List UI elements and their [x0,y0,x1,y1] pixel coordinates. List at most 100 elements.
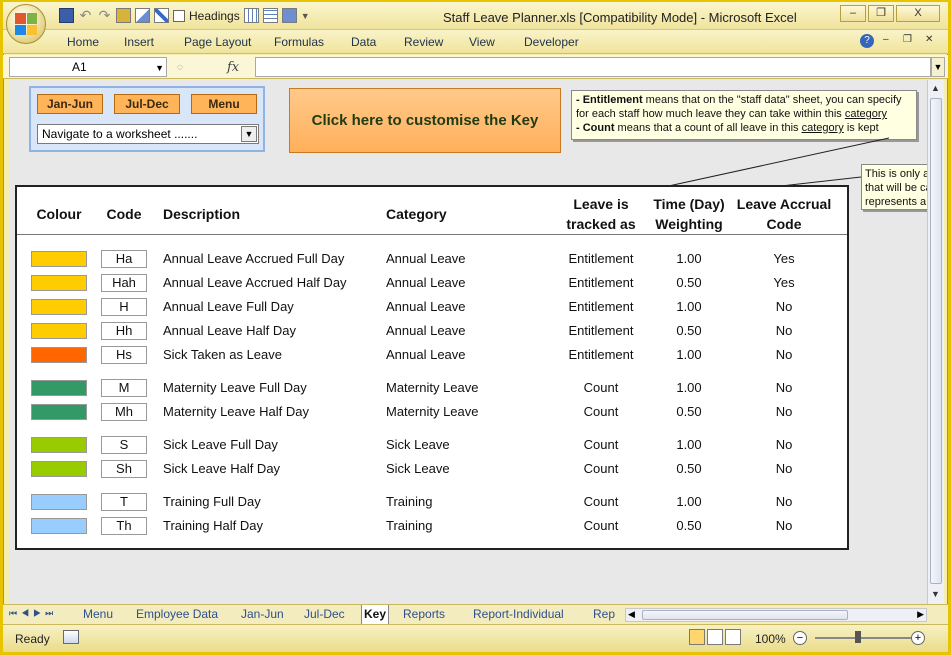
page-layout-icon[interactable] [243,8,259,23]
normal-view-button[interactable] [689,629,705,645]
zoom-slider-thumb[interactable] [855,631,861,643]
table-row: T Training Full Day Training Count 1.00 No [17,493,847,513]
ribbon-close-icon[interactable]: ✕ [925,34,933,45]
weighting-cell: 1.00 [676,347,702,362]
zoom-level[interactable]: 100% [755,632,786,646]
window-title: Staff Leave Planner.xls [Compatibility M… [443,10,797,25]
qat-customize-icon[interactable]: ▼ [301,11,310,21]
scroll-left-icon[interactable]: ◀ [628,609,635,620]
tab-formulas[interactable]: Formulas [274,35,324,49]
table-row: M Maternity Leave Full Day Maternity Leave… [17,379,847,399]
description-cell: Training Half Day [163,518,263,533]
sheet-tab[interactable]: Report-Individual [471,605,566,624]
accrual-cell: No [775,347,793,362]
help-icon[interactable]: ? [860,34,874,48]
scroll-right-icon[interactable]: ▶ [917,609,924,620]
header-accrual-line1: Leave Accrual [736,196,832,212]
code-cell: Sh [101,460,147,478]
name-box-dropdown-icon[interactable]: ▼ [155,59,164,77]
code-cell: M [101,379,147,397]
tab-insert[interactable]: Insert [124,35,154,49]
name-box[interactable]: A1 ▼ [9,57,167,77]
chart-icon[interactable] [135,8,150,23]
tab-developer[interactable]: Developer [524,35,579,49]
tab-view[interactable]: View [469,35,495,49]
accrual-cell: No [775,404,793,419]
description-cell: Sick Leave Half Day [163,461,281,476]
sheet-tab[interactable]: Rep [591,605,617,624]
vertical-scroll-thumb[interactable] [930,98,942,584]
protect-sheet-icon[interactable] [116,8,131,23]
quick-access-toolbar: ↶ ↷ Headings ▼ [59,8,310,23]
office-logo-icon [15,13,37,35]
colour-swatch [31,494,87,510]
insert-function-icon[interactable]: fx [227,60,239,75]
status-bar: Ready 100% − + [3,624,948,652]
tab-review[interactable]: Review [404,35,443,49]
sheet-tab[interactable]: Reports [401,605,447,624]
headings-checkbox[interactable] [173,9,185,22]
code-cell: Ha [101,250,147,268]
tab-home[interactable]: Home [67,35,99,49]
save-icon[interactable] [59,8,74,23]
office-button[interactable] [6,4,46,44]
macro-record-icon[interactable] [63,630,79,644]
formula-bar: A1 ▼ ◌ fx ▼ [3,55,948,79]
sheet-tab[interactable]: Menu [81,605,115,624]
scroll-down-icon[interactable]: ▼ [931,589,940,599]
restore-button[interactable]: ❐ [868,5,894,22]
zoom-in-button[interactable]: + [911,631,925,645]
accrual-cell: No [775,494,793,509]
header-code: Code [106,206,142,222]
accrual-cell: No [775,323,793,338]
format-icon[interactable] [154,8,169,23]
sheet-tab[interactable]: Jul-Dec [302,605,347,624]
sheet-tab[interactable]: Employee Data [134,605,220,624]
formula-bar-splitter-icon[interactable]: ◌ [177,62,183,73]
formula-input[interactable] [255,57,931,77]
code-cell: Th [101,517,147,535]
sheet-tab[interactable]: Jan-Jun [239,605,286,624]
colour-swatch [31,404,87,420]
table-row: Hah Annual Leave Accrued Half Day Annual L… [17,274,847,294]
sheet-tab[interactable]: Key [361,605,390,624]
undo-icon[interactable]: ↶ [78,8,93,23]
tab-page-layout[interactable]: Page Layout [184,35,251,49]
redo-icon[interactable]: ↷ [97,8,112,23]
tab-data[interactable]: Data [351,35,376,49]
colour-swatch [31,518,87,534]
ribbon-minimize-icon[interactable]: – [883,34,889,45]
description-cell: Sick Taken as Leave [163,347,282,362]
tab-scroll-icons[interactable]: ⏮◀▶⏭ [9,608,57,619]
colour-swatch [31,323,87,339]
accrual-cell: No [775,518,793,533]
code-cell: Hs [101,346,147,364]
zoom-out-button[interactable]: − [793,631,807,645]
formula-expand-icon[interactable]: ▼ [931,57,945,77]
category-cell: Maternity Leave [386,380,479,395]
page-break-view-button[interactable] [725,629,741,645]
zoom-slider[interactable] [815,637,911,639]
scroll-up-icon[interactable]: ▲ [931,83,940,93]
tracked-cell: Entitlement [568,275,634,290]
ribbon-restore-icon[interactable]: ❐ [903,34,912,45]
normal-view-icon[interactable] [262,8,278,23]
table-row: Hs Sick Taken as Leave Annual Leave Entitle… [17,346,847,366]
horizontal-scroll-thumb[interactable] [642,610,848,620]
code-cell: H [101,298,147,316]
page-layout-view-button[interactable] [707,629,723,645]
weighting-cell: 1.00 [676,380,702,395]
table-row: Sh Sick Leave Half Day Sick Leave Count 0.50… [17,460,847,480]
code-cell: Hah [101,274,147,292]
description-cell: Annual Leave Half Day [163,323,296,338]
header-description: Description [163,206,241,222]
minimize-button[interactable]: – [840,5,866,22]
colour-swatch [31,380,87,396]
category-cell: Annual Leave [386,275,466,290]
close-button[interactable]: X [896,5,940,22]
vertical-scrollbar[interactable]: ▲ ▼ [927,80,944,604]
horizontal-scrollbar[interactable]: ◀ ▶ [625,608,927,622]
table-row: H Annual Leave Full Day Annual Leave Entitl… [17,298,847,318]
weighting-cell: 0.50 [676,275,702,290]
freeze-panes-icon[interactable] [281,8,297,23]
